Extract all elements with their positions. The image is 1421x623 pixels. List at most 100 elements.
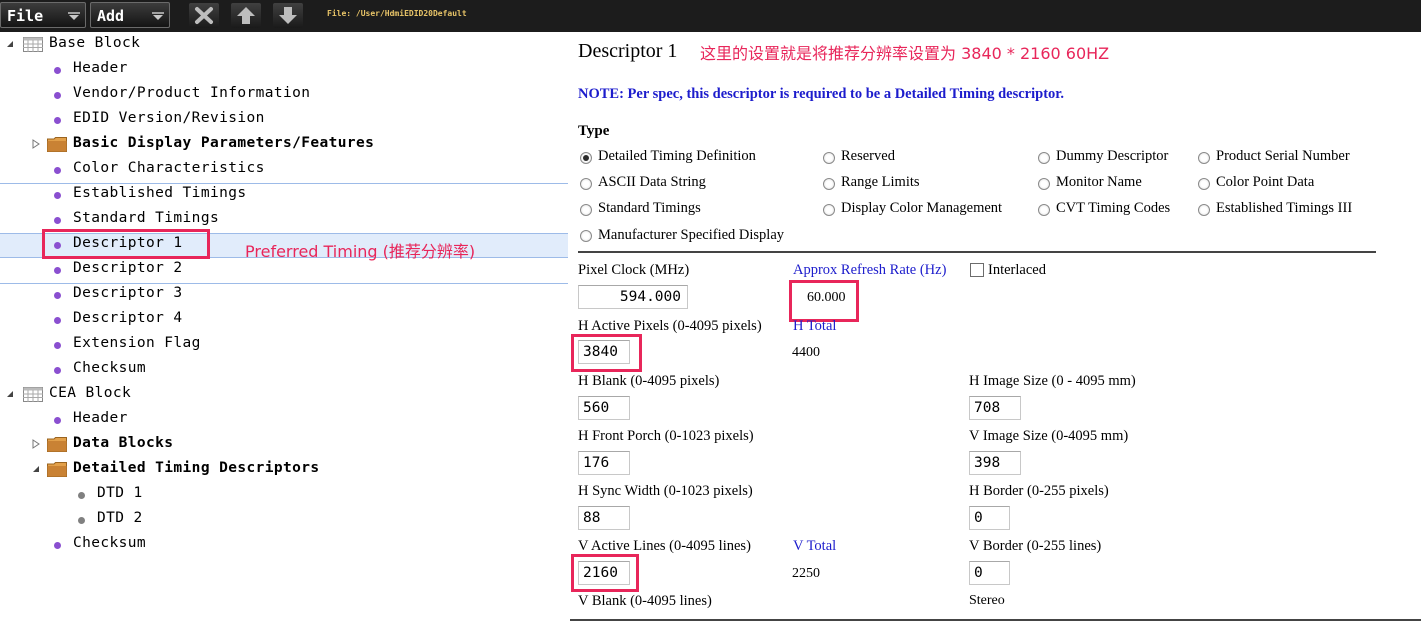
radio-label: Reserved: [841, 148, 895, 164]
tree-node-header[interactable]: Header: [0, 58, 568, 83]
radio-standard-timings[interactable]: [580, 204, 592, 216]
tree-node-cea-checksum[interactable]: Checksum: [0, 533, 568, 558]
radio-reserved[interactable]: [823, 152, 835, 164]
radio-label: Range Limits: [841, 174, 920, 190]
highlight-box: [571, 334, 642, 372]
tree-node-label: Vendor/Product Information: [73, 85, 311, 101]
expanded-triangle-icon[interactable]: [5, 39, 15, 49]
tree-node-data-blocks[interactable]: Data Blocks: [0, 433, 568, 458]
tree-node-color-characteristics[interactable]: Color Characteristics: [0, 158, 568, 183]
delete-icon: [195, 7, 213, 24]
type-heading: Type: [578, 123, 610, 139]
radio-manufacturer-specified[interactable]: [580, 230, 592, 242]
radio-label: ASCII Data String: [598, 174, 706, 190]
radio-detailed-timing[interactable]: [580, 152, 592, 164]
preferred-timing-annotation: Preferred Timing (推荐分辨率): [245, 242, 476, 261]
v-total-value: 2250: [792, 566, 820, 581]
tree-node-label: Extension Flag: [73, 335, 201, 351]
radio-label: Dummy Descriptor: [1056, 148, 1169, 164]
radio-label: Color Point Data: [1216, 174, 1315, 190]
tree-node-cea-header[interactable]: Header: [0, 408, 568, 433]
tree-node-label: DTD 2: [97, 510, 143, 526]
pixel-clock-label: Pixel Clock (MHz): [578, 262, 690, 278]
tree-node-vendor-product[interactable]: Vendor/Product Information: [0, 83, 568, 108]
collapsed-triangle-icon[interactable]: [31, 439, 41, 449]
tree-node-base-block[interactable]: Base Block: [0, 33, 568, 58]
expanded-triangle-icon[interactable]: [31, 464, 41, 474]
h-image-size-input[interactable]: [969, 396, 1021, 420]
h-sync-width-input[interactable]: [578, 506, 630, 530]
node-bullet-icon: [54, 342, 61, 349]
v-border-label: V Border (0-255 lines): [969, 538, 1102, 554]
v-image-size-label: V Image Size (0-4095 mm): [969, 428, 1129, 444]
chevron-down-icon: [68, 12, 80, 20]
h-border-label: H Border (0-255 pixels): [969, 483, 1109, 499]
h-border-input[interactable]: [969, 506, 1010, 530]
tree-node-established-timings[interactable]: Established Timings: [0, 183, 568, 208]
add-menu-button[interactable]: Add: [90, 2, 170, 28]
node-bullet-icon: [54, 192, 61, 199]
pixel-clock-input[interactable]: [578, 285, 688, 309]
tree-node-label: Checksum: [73, 360, 147, 376]
tree-node-label: Standard Timings: [73, 210, 220, 226]
tree-node-label: Established Timings: [73, 185, 247, 201]
h-total-value: 4400: [792, 345, 820, 360]
tree-node-label: CEA Block: [49, 385, 132, 401]
v-border-input[interactable]: [969, 561, 1010, 585]
move-down-button[interactable]: [273, 3, 303, 28]
radio-label: Detailed Timing Definition: [598, 148, 756, 164]
radio-label: Product Serial Number: [1216, 148, 1350, 164]
radio-monitor-name[interactable]: [1038, 178, 1050, 190]
node-bullet-icon: [54, 367, 61, 374]
tree-node-basic-display[interactable]: Basic Display Parameters/Features: [0, 133, 568, 158]
radio-dummy-descriptor[interactable]: [1038, 152, 1050, 164]
radio-product-serial[interactable]: [1198, 152, 1210, 164]
tree-node-descriptor-4[interactable]: Descriptor 4: [0, 308, 568, 333]
file-menu-label: File: [7, 7, 44, 25]
v-blank-label: V Blank (0-4095 lines): [578, 593, 712, 609]
h-blank-input[interactable]: [578, 396, 630, 420]
tree-node-descriptor-3[interactable]: Descriptor 3: [0, 283, 568, 308]
h-front-porch-input[interactable]: [578, 451, 630, 475]
h-total-label: H Total: [793, 318, 837, 334]
tree-node-label: Header: [73, 410, 128, 426]
node-bullet-icon: [54, 92, 61, 99]
file-menu-button[interactable]: File: [0, 2, 86, 28]
expanded-triangle-icon[interactable]: [5, 389, 15, 399]
tree-node-dtd-1[interactable]: DTD 1: [0, 483, 568, 508]
tree-node-detailed-timing-descriptors[interactable]: Detailed Timing Descriptors: [0, 458, 568, 483]
interlaced-checkbox[interactable]: [970, 263, 984, 277]
tree-node-dtd-2[interactable]: DTD 2: [0, 508, 568, 533]
tree-node-checksum[interactable]: Checksum: [0, 358, 568, 383]
folder-icon: [47, 462, 67, 477]
node-bullet-icon: [54, 267, 61, 274]
radio-label: Established Timings III: [1216, 200, 1353, 216]
tree-node-label: Detailed Timing Descriptors: [73, 460, 320, 476]
radio-established-timings-3[interactable]: [1198, 204, 1210, 216]
radio-display-color-mgmt[interactable]: [823, 204, 835, 216]
move-up-button[interactable]: [231, 3, 261, 28]
radio-range-limits[interactable]: [823, 178, 835, 190]
h-active-label: H Active Pixels (0-4095 pixels): [578, 318, 762, 334]
tree-node-label: Base Block: [49, 35, 141, 51]
toolbar: File Add File: /User/HdmiEDID20Default: [0, 0, 1421, 32]
h-sync-width-label: H Sync Width (0-1023 pixels): [578, 483, 753, 499]
highlight-box: [789, 280, 859, 322]
radio-cvt-timing-codes[interactable]: [1038, 204, 1050, 216]
collapsed-triangle-icon[interactable]: [31, 139, 41, 149]
tree-node-extension-flag[interactable]: Extension Flag: [0, 333, 568, 358]
tree-node-cea-block[interactable]: CEA Block: [0, 383, 568, 408]
radio-ascii-data[interactable]: [580, 178, 592, 190]
h-image-size-label: H Image Size (0 - 4095 mm): [969, 373, 1136, 389]
tree-node-label: EDID Version/Revision: [73, 110, 265, 126]
radio-label: Standard Timings: [598, 200, 701, 216]
refresh-rate-label: Approx Refresh Rate (Hz): [793, 262, 947, 278]
node-bullet-icon: [54, 417, 61, 424]
v-image-size-input[interactable]: [969, 451, 1021, 475]
tree-node-label: Header: [73, 60, 128, 76]
delete-button[interactable]: [189, 3, 219, 28]
radio-color-point[interactable]: [1198, 178, 1210, 190]
descriptor-panel: Descriptor 1 这里的设置就是将推荐分辨率设置为 3840 * 216…: [568, 32, 1421, 623]
tree-node-edid-version[interactable]: EDID Version/Revision: [0, 108, 568, 133]
highlight-box: [42, 229, 210, 259]
